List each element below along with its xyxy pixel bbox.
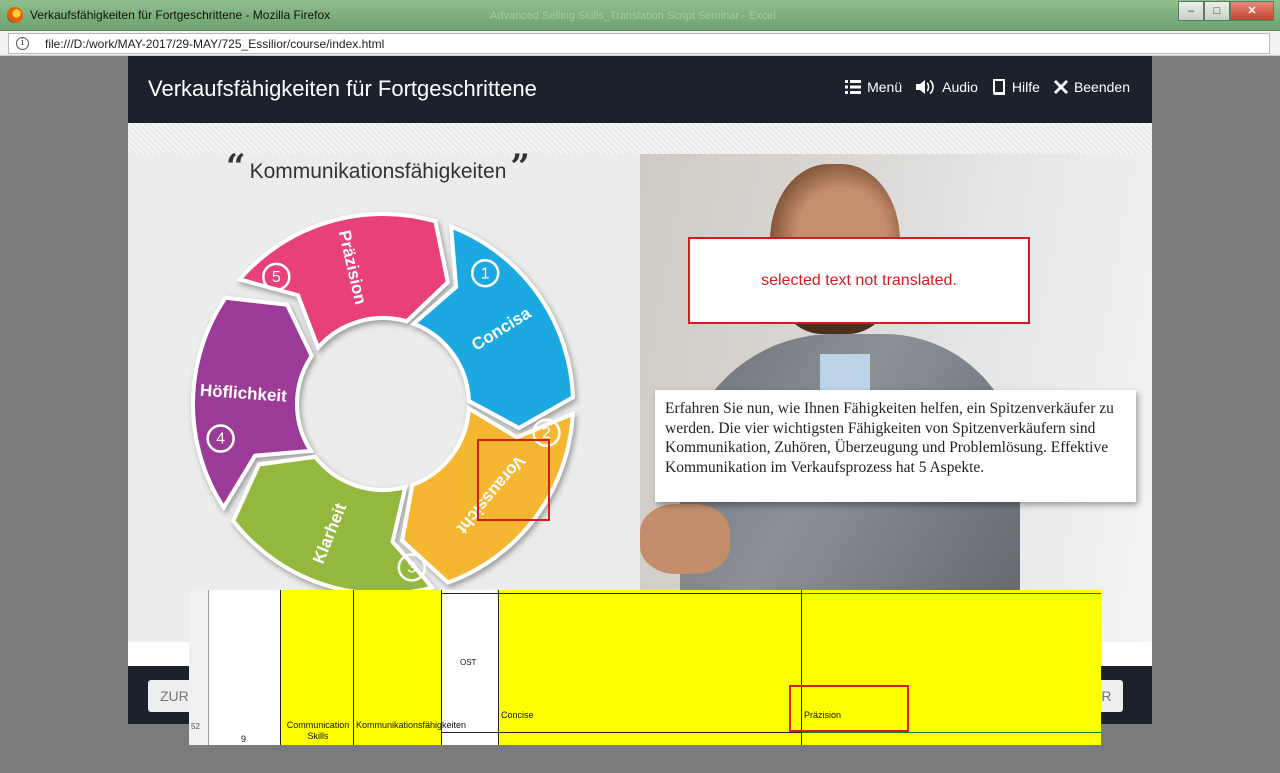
close-icon xyxy=(1053,80,1068,94)
concisa-highlight xyxy=(477,439,550,521)
header-stripe xyxy=(128,123,1152,154)
course-title: Verkaufsfähigkeiten für Fortgeschrittene xyxy=(148,76,537,101)
cell-a[interactable]: 9 xyxy=(209,590,281,745)
background-window-title: Advanced Selling Skills_Translation Scri… xyxy=(490,10,776,22)
untranslated-notice: selected text not translated. xyxy=(688,237,1030,324)
course-nav: Menü Audio Hilfe Beenden xyxy=(845,79,1130,95)
info-icon[interactable]: i xyxy=(16,37,29,50)
spreadsheet-overlay: 52 9 Communication Skills Kommunikations… xyxy=(189,590,1101,745)
cell-c-text: Kommunikationsfähigkeiten xyxy=(356,720,467,730)
cell-c[interactable]: Kommunikationsfähigkeiten xyxy=(354,590,467,745)
window-titlebar: Verkaufsfähigkeiten für Fortgeschrittene… xyxy=(0,0,1280,31)
maximize-button[interactable]: □ xyxy=(1204,1,1230,21)
wheel-number-5: 5 xyxy=(272,269,281,286)
communication-wheel: Präzision 1Concisa2Voraussicht3Klarheit4H… xyxy=(191,212,575,594)
photo-hand xyxy=(640,504,730,574)
firefox-icon xyxy=(7,7,23,23)
address-field[interactable]: i file:///D:/work/MAY-2017/29-MAY/725_Es… xyxy=(8,33,1270,54)
cell-b[interactable]: Communication Skills xyxy=(281,590,354,745)
cell-e-text: Concise xyxy=(501,710,534,720)
minimize-button[interactable]: – xyxy=(1178,1,1204,21)
audio-button[interactable]: Audio xyxy=(916,79,978,95)
info-text-box: Erfahren Sie nun, wie Ihnen Fähigkeiten … xyxy=(655,390,1136,502)
help-label: Hilfe xyxy=(1011,79,1040,95)
wheel-number-3: 3 xyxy=(407,560,416,577)
close-window-button[interactable]: ✕ xyxy=(1230,1,1274,21)
book-icon xyxy=(992,79,1005,95)
url-bar: i file:///D:/work/MAY-2017/29-MAY/725_Es… xyxy=(0,31,1280,56)
list-icon xyxy=(845,80,862,94)
row-number: 52 xyxy=(191,722,200,731)
menu-button[interactable]: Menü xyxy=(845,79,902,95)
wheel-number-1: 1 xyxy=(481,265,490,282)
wheel-number-4: 4 xyxy=(216,431,225,448)
cell-d[interactable]: OST xyxy=(442,590,499,745)
cell-a-text: 9 xyxy=(241,734,247,744)
help-button[interactable]: Hilfe xyxy=(992,79,1040,95)
cell-b-text: Communication Skills xyxy=(286,720,350,741)
audio-label: Audio xyxy=(942,79,978,95)
cell-e[interactable]: Concise xyxy=(499,590,802,745)
speaker-icon xyxy=(916,79,934,95)
row-header: 52 xyxy=(189,590,209,745)
address-text[interactable]: file:///D:/work/MAY-2017/29-MAY/725_Essi… xyxy=(45,37,384,51)
cell-d-text: OST xyxy=(460,658,477,667)
course-header: Verkaufsfähigkeiten für Fortgeschrittene… xyxy=(128,56,1152,123)
menu-label: Menü xyxy=(867,79,903,95)
cell-highlight xyxy=(789,685,909,732)
exit-label: Beenden xyxy=(1073,79,1130,95)
window-title: Verkaufsfähigkeiten für Fortgeschrittene… xyxy=(30,8,331,22)
exit-button[interactable]: Beenden xyxy=(1053,79,1130,95)
